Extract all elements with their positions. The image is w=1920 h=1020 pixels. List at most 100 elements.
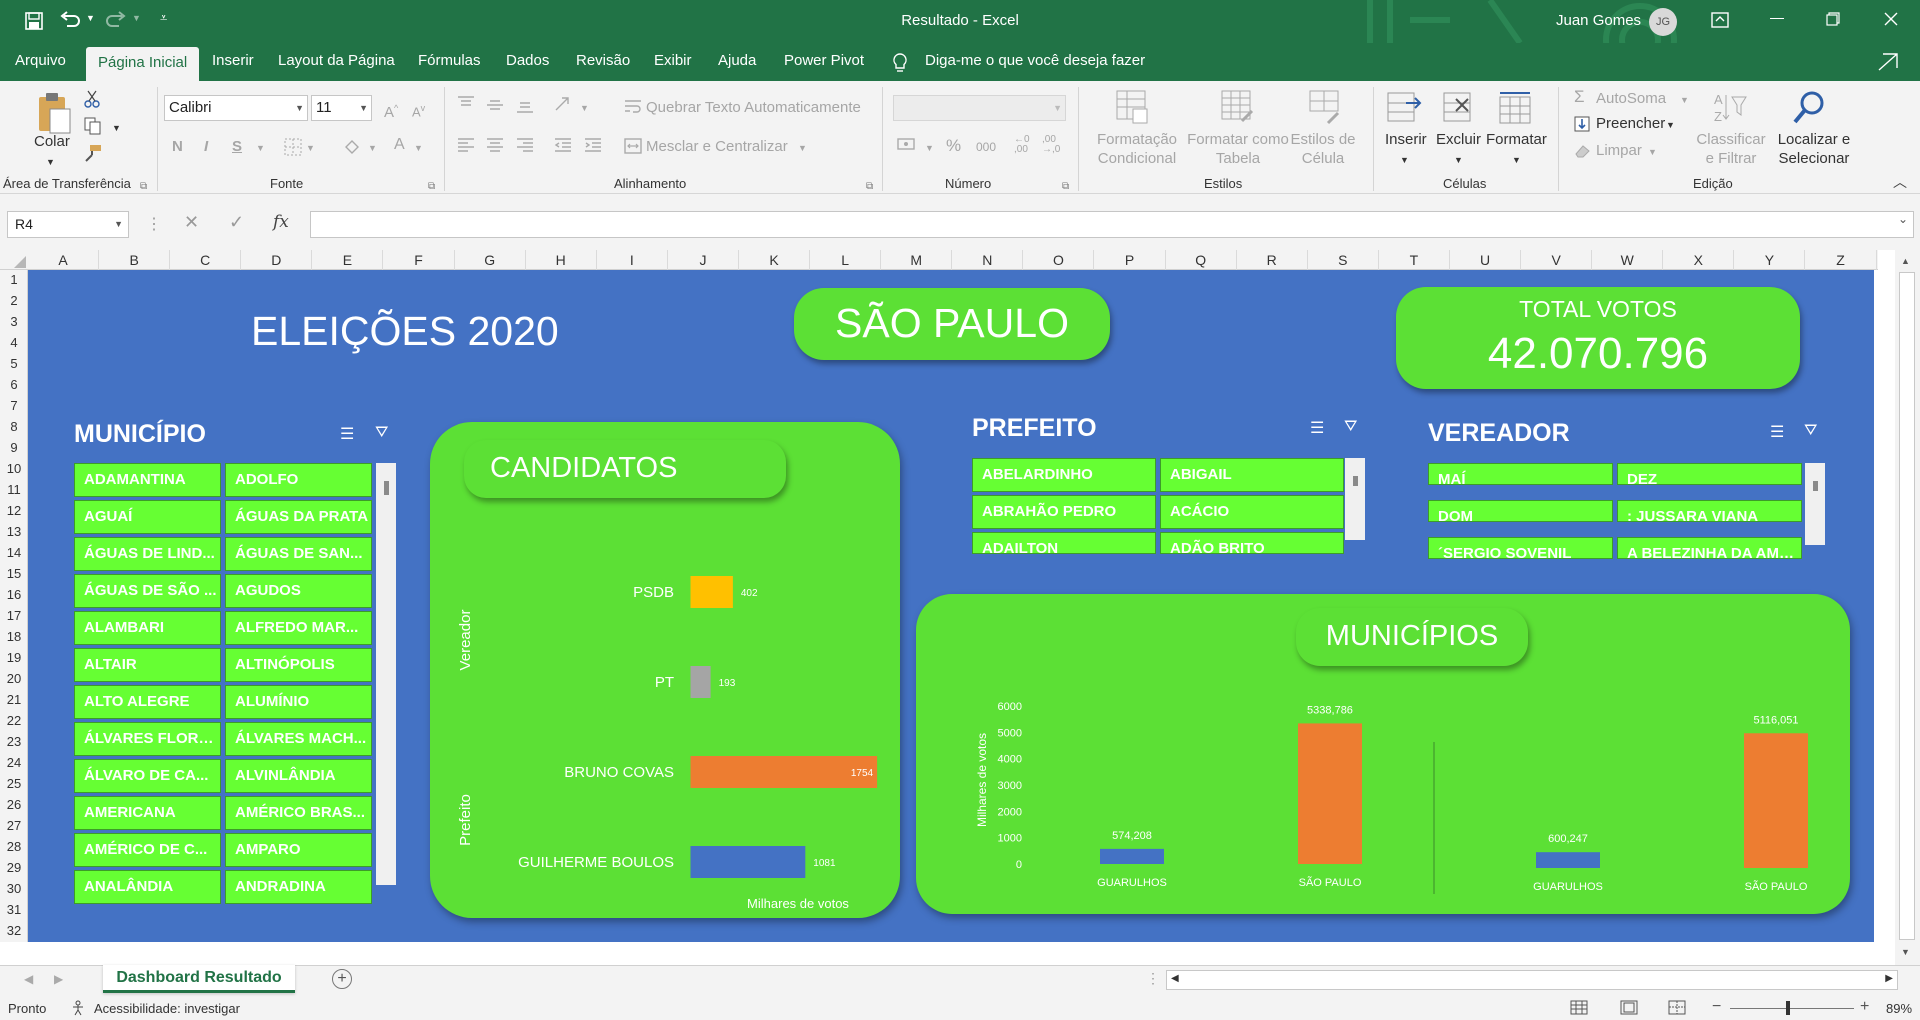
delete-cells-icon[interactable] [1442,91,1478,125]
scrollbar-thumb[interactable] [384,481,389,495]
row-header-28[interactable]: 28 [0,839,28,860]
zoom-slider-thumb[interactable] [1786,1001,1790,1015]
row-header-3[interactable]: 3 [0,314,28,335]
tab-ajuda[interactable]: Ajuda [718,43,756,81]
underline-button[interactable]: S [232,137,242,156]
insert-function-button[interactable]: fx [273,212,289,232]
scrollbar-thumb[interactable] [1353,476,1358,486]
conditional-formatting-button[interactable]: Formatação Condicional [1089,130,1185,168]
horizontal-scrollbar[interactable]: ◀ ▶ [1166,970,1898,990]
row-header-13[interactable]: 13 [0,524,28,545]
autosum-icon[interactable]: Σ [1574,87,1585,106]
slicer-item[interactable]: ALTAIR [74,648,221,682]
slicer-item[interactable]: ÁGUAS DA PRATA [225,500,372,534]
clear-filter-icon[interactable]: ⛛ [375,424,388,442]
column-header-j[interactable]: J [668,250,739,270]
slicer-item[interactable]: DOM [1428,500,1613,522]
slicer-item[interactable]: ALFREDO MAR... [225,611,372,645]
copy-dropdown-icon[interactable]: ▼ [112,119,121,138]
row-header-8[interactable]: 8 [0,419,28,440]
tab-inserir[interactable]: Inserir [212,43,254,81]
column-header-b[interactable]: B [99,250,171,270]
share-icon[interactable] [1878,53,1898,71]
find-select-button[interactable]: Localizar e Selecionar [1770,130,1858,168]
column-header-z[interactable]: Z [1806,250,1877,270]
scroll-up-icon[interactable]: ▲ [1901,256,1910,266]
slicer-item[interactable]: ÁGUAS DE LIND... [74,537,221,571]
column-header-l[interactable]: L [810,250,882,270]
vereador-scrollbar[interactable] [1805,463,1825,545]
scroll-left-icon[interactable]: ◀ [1171,973,1179,984]
scroll-right-icon[interactable]: ▶ [1885,973,1893,984]
slicer-item[interactable]: AGUAÍ [74,500,221,534]
column-header-c[interactable]: C [170,250,242,270]
minimize-icon[interactable] [1770,18,1784,19]
orientation-dropdown-icon[interactable]: ▼ [580,99,589,118]
page-layout-view-icon[interactable] [1620,1000,1638,1015]
row-header-27[interactable]: 27 [0,818,28,839]
next-sheet-icon[interactable]: ▶ [54,972,63,986]
page-break-view-icon[interactable] [1668,1000,1686,1015]
cell-styles-button[interactable]: Estilos de Célula [1282,130,1364,168]
slicer-item[interactable]: ADAILTON [972,532,1156,554]
slicer-item[interactable]: ALVINLÂNDIA [225,759,372,793]
column-header-n[interactable]: N [952,250,1024,270]
tab-revisao[interactable]: Revisão [576,43,630,81]
insert-cells-button[interactable]: Inserir [1385,130,1427,149]
slicer-item[interactable]: ACÁCIO [1160,495,1344,529]
wrap-text-icon[interactable] [624,99,642,113]
font-size-select[interactable]: 11 ▼ [311,95,372,121]
row-header-5[interactable]: 5 [0,356,28,377]
format-cells-icon[interactable] [1498,91,1534,125]
fill-button[interactable]: Preencher [1596,114,1665,133]
accounting-dropdown-icon[interactable]: ▼ [925,139,934,158]
municipio-scrollbar[interactable] [376,463,396,885]
tell-me-search[interactable]: Diga-me o que você deseja fazer [925,43,1145,81]
row-header-1[interactable]: 1 [0,272,28,293]
row-header-21[interactable]: 21 [0,692,28,713]
column-header-x[interactable]: X [1663,250,1735,270]
slicer-item[interactable]: AMPARO [225,833,372,867]
delete-cells-button[interactable]: Excluir [1436,130,1481,149]
clear-button[interactable]: Limpar [1596,141,1642,160]
column-header-e[interactable]: E [312,250,384,270]
row-header-7[interactable]: 7 [0,398,28,419]
ribbon-display-options-icon[interactable] [1711,12,1729,28]
slicer-item[interactable]: ALTO ALEGRE [74,685,221,719]
autosum-button[interactable]: AutoSoma [1596,89,1666,108]
row-header-25[interactable]: 25 [0,776,28,797]
multi-select-icon[interactable]: ☰ [1770,422,1784,442]
column-header-m[interactable]: M [881,250,953,270]
slicer-item[interactable]: AGUDOS [225,574,372,608]
find-select-icon[interactable] [1792,89,1828,125]
eraser-icon[interactable] [1574,144,1590,158]
slicer-item[interactable]: ABRAHÃO PEDRO [972,495,1156,529]
row-header-15[interactable]: 15 [0,566,28,587]
row-header-6[interactable]: 6 [0,377,28,398]
column-header-y[interactable]: Y [1734,250,1806,270]
column-header-i[interactable]: I [597,250,668,270]
column-header-r[interactable]: R [1237,250,1308,270]
paste-button[interactable]: Colar [34,132,70,151]
slicer-item[interactable]: AMÉRICO BRAS... [225,796,372,830]
column-header-s[interactable]: S [1308,250,1379,270]
column-header-u[interactable]: U [1450,250,1522,270]
zoom-level[interactable]: 89% [1886,1001,1912,1016]
row-header-24[interactable]: 24 [0,755,28,776]
column-header-f[interactable]: F [384,250,455,270]
wrap-text-button[interactable]: Quebrar Texto Automaticamente [646,98,861,117]
tab-layout-da-pagina[interactable]: Layout da Página [278,43,395,81]
row-header-10[interactable]: 10 [0,461,28,482]
column-header-o[interactable]: O [1023,250,1095,270]
tab-arquivo[interactable]: Arquivo [15,43,66,81]
underline-dropdown-icon[interactable]: ▼ [256,139,265,158]
user-name[interactable]: Juan Gomes [1556,12,1641,29]
slicer-item[interactable]: AMÉRICO DE C... [74,833,221,867]
italic-button[interactable]: I [204,137,208,156]
row-header-17[interactable]: 17 [0,608,28,629]
slicer-item[interactable]: ÁGUAS DE SÃO ... [74,574,221,608]
zoom-slider[interactable] [1730,1008,1854,1009]
bold-button[interactable]: N [172,137,183,156]
align-right-icon[interactable] [516,138,534,152]
delete-dropdown-icon[interactable]: ▼ [1454,151,1463,170]
